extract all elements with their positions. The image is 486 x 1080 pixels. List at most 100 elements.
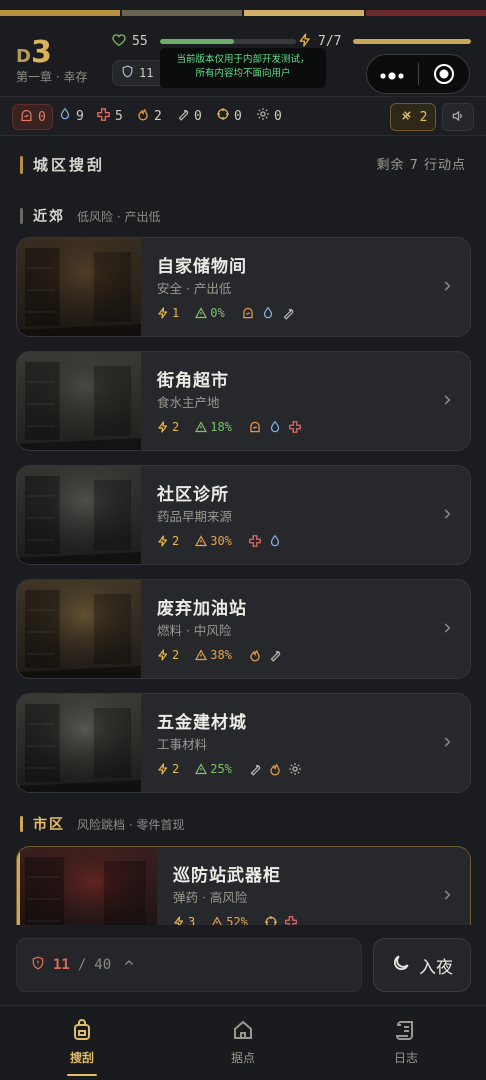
location-card[interactable]: 自家储物间 安全 · 产出低 1 0% — [16, 237, 471, 337]
heal-count: 2 — [419, 109, 428, 125]
chevron-right-icon — [440, 620, 454, 639]
resource-food[interactable]: 0 — [12, 104, 53, 130]
location-card[interactable]: 废弃加油站 燃料 · 中风险 2 38% — [16, 579, 471, 679]
water-drop-icon — [261, 306, 275, 320]
lightning-icon — [157, 307, 169, 319]
hp-value: 55 — [132, 34, 148, 49]
chapter-label: 第一章 · 幸存 — [16, 70, 88, 84]
location-photo — [17, 466, 141, 564]
bandage-icon — [399, 108, 414, 127]
location-desc: 食水主产地 — [157, 395, 220, 410]
location-desc: 弹药 · 高风险 — [173, 890, 248, 905]
risk-chance: 25% — [195, 762, 232, 776]
bread-icon — [241, 306, 255, 320]
resource-ammo[interactable]: 0 — [216, 107, 242, 125]
risk-chance: 18% — [195, 420, 232, 434]
resource-water-value: 9 — [76, 108, 84, 124]
water-drop-icon — [58, 107, 72, 125]
energy-bar — [353, 39, 472, 44]
tab-base[interactable]: 据点 — [203, 1018, 283, 1066]
tab-scavenge-label: 搜刮 — [69, 1051, 94, 1065]
resource-medicine-value: 5 — [115, 109, 123, 124]
resource-medicine[interactable]: 5 — [96, 107, 123, 126]
resource-fuel[interactable]: 2 — [136, 107, 162, 125]
resource-parts-value: 0 — [274, 108, 282, 124]
location-desc: 安全 · 产出低 — [157, 281, 232, 296]
location-name: 废弃加油站 — [157, 599, 247, 619]
tab-log[interactable]: 日志 — [366, 1018, 446, 1066]
loot-icons — [241, 306, 295, 320]
energy-cost-value: 1 — [172, 306, 180, 320]
location-name: 自家储物间 — [157, 257, 247, 277]
energy-cost: 2 — [157, 534, 179, 548]
bread-icon — [248, 420, 262, 434]
defense-value: 11 — [139, 66, 154, 80]
location-card[interactable]: 街角超市 食水主产地 2 18% — [16, 351, 471, 451]
more-dots-icon — [380, 71, 404, 80]
section-city: 市区 风险跳档 · 零件首现 — [20, 814, 184, 834]
sound-toggle-button[interactable] — [442, 103, 474, 131]
hp-bar-fill — [159, 39, 235, 44]
resource-tools-value: 0 — [194, 108, 202, 124]
location-photo — [17, 580, 141, 678]
energy-cost-value: 2 — [172, 648, 180, 662]
warning-shield-icon — [31, 956, 45, 974]
stripe-segment — [366, 10, 486, 16]
location-name: 社区诊所 — [157, 485, 229, 505]
risk-chance: 0% — [195, 306, 225, 320]
location-stats: 2 25% — [157, 762, 302, 776]
location-name: 街角超市 — [157, 371, 229, 391]
chevron-right-icon — [444, 737, 451, 747]
location-stats: 2 30% — [157, 534, 282, 548]
location-desc: 药品早期来源 — [157, 509, 233, 524]
resource-parts[interactable]: 0 — [256, 107, 282, 125]
stripe-segment — [122, 10, 242, 16]
close-miniprogram-button[interactable] — [418, 63, 469, 85]
medical-cross-icon — [96, 107, 111, 126]
location-name: 巡防站武器柜 — [173, 866, 281, 886]
notice-line-2: 所有内容均不面向用户 — [195, 68, 291, 79]
bag-separator: / — [77, 957, 87, 973]
resource-ammo-value: 0 — [234, 108, 242, 124]
risk-chance-value: 0% — [210, 306, 225, 320]
stripe-segment — [244, 10, 364, 16]
dev-notice-toast: 当前版本仅用于内部开发测试， 所有内容均不面向用户 — [160, 48, 326, 88]
chevron-right-icon — [444, 509, 451, 519]
water-drop-icon — [268, 534, 282, 548]
risk-chance: 38% — [195, 648, 232, 662]
tab-scavenge[interactable]: 搜刮 — [42, 1018, 122, 1076]
target-circle-icon — [433, 64, 454, 84]
heal-button[interactable]: 2 — [390, 103, 436, 131]
lightning-icon — [157, 763, 169, 775]
risk-chance-value: 30% — [210, 534, 232, 548]
enter-night-button[interactable]: 入夜 — [373, 938, 471, 992]
resource-water[interactable]: 9 — [58, 107, 84, 125]
bottom-tab-bar: 搜刮 据点 日志 — [0, 1005, 486, 1080]
medical-cross-icon — [288, 420, 302, 434]
wrench-icon — [176, 107, 190, 125]
location-card[interactable]: 社区诊所 药品早期来源 2 30% — [16, 465, 471, 565]
more-menu-button[interactable] — [367, 64, 418, 85]
location-stats: 1 0% — [157, 306, 295, 320]
resource-food-value: 0 — [38, 109, 46, 125]
loot-icons — [248, 420, 302, 434]
day-prefix: D — [16, 46, 31, 67]
energy-cost: 1 — [157, 306, 179, 320]
bag-max: 40 — [94, 957, 112, 973]
tab-base-label: 据点 — [230, 1051, 255, 1065]
resource-tools[interactable]: 0 — [176, 107, 202, 125]
energy-bar-fill — [353, 39, 472, 44]
warning-triangle-icon — [195, 763, 208, 775]
backpack-capacity-toggle[interactable]: 11 / 40 — [16, 938, 362, 992]
water-drop-icon — [268, 420, 282, 434]
lightning-icon — [157, 649, 169, 661]
crosshair-icon — [216, 107, 230, 125]
lightning-icon — [157, 421, 169, 433]
location-photo — [17, 238, 141, 336]
gear-icon — [288, 762, 302, 776]
energy-cost: 2 — [157, 648, 179, 662]
wrench-icon — [268, 648, 282, 662]
location-photo — [17, 352, 141, 450]
location-card[interactable]: 五金建材城 工事材料 2 25% — [16, 693, 471, 793]
location-stats: 2 38% — [157, 648, 282, 662]
